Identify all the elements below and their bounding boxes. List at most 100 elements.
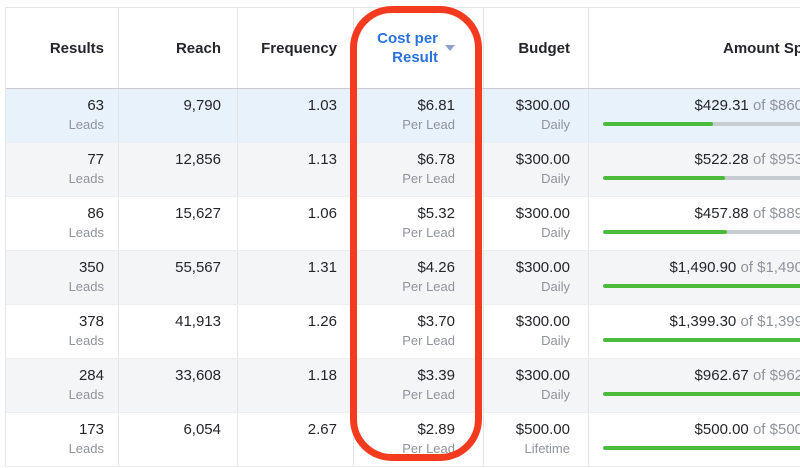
spent-value: $500.00 <box>695 421 749 438</box>
results-value: 86 <box>6 204 104 224</box>
table-row[interactable]: 350 Leads 55,567 1.31 $4.26 Per Lead $30… <box>6 251 800 305</box>
cost-unit-label: Per Lead <box>354 224 455 242</box>
results-value: 173 <box>6 420 104 440</box>
cell-results: 63 Leads <box>6 89 119 142</box>
budget-type-label: Daily <box>484 224 570 242</box>
table-row[interactable]: 77 Leads 12,856 1.13 $6.78 Per Lead $300… <box>6 143 800 197</box>
cell-budget: $500.00 Lifetime <box>484 413 589 466</box>
cell-amount-spent: $522.28 of $953 <box>589 143 800 196</box>
cost-per-result-value: $6.78 <box>354 150 455 170</box>
cell-reach: 9,790 <box>119 89 238 142</box>
cell-cost-per-result: $3.70 Per Lead <box>354 305 484 358</box>
table-row[interactable]: 63 Leads 9,790 1.03 $6.81 Per Lead $300.… <box>6 89 800 143</box>
results-unit-label: Leads <box>6 224 104 242</box>
budget-type-label: Lifetime <box>484 440 570 458</box>
cell-cost-per-result: $3.39 Per Lead <box>354 359 484 412</box>
cell-frequency: 1.06 <box>238 197 354 250</box>
cell-budget: $300.00 Daily <box>484 197 589 250</box>
spent-of-total: of $889 <box>753 205 800 222</box>
table-row[interactable]: 378 Leads 41,913 1.26 $3.70 Per Lead $30… <box>6 305 800 359</box>
amount-spent-text: $457.88 of $889 <box>589 204 800 224</box>
cell-frequency: 1.26 <box>238 305 354 358</box>
ads-manager-report-viewport: Results Reach Frequency Cost per Result … <box>0 0 800 468</box>
cell-frequency: 1.03 <box>238 89 354 142</box>
spent-of-total: of $500 <box>753 421 800 438</box>
reach-value: 6,054 <box>119 420 221 440</box>
sort-descending-icon <box>445 45 455 51</box>
cost-per-result-value: $3.39 <box>354 366 455 386</box>
spent-of-total: of $953 <box>753 151 800 168</box>
table-header-row: Results Reach Frequency Cost per Result … <box>6 8 800 89</box>
frequency-value: 1.18 <box>238 366 337 386</box>
spend-progress-bar <box>603 446 800 450</box>
column-header-results[interactable]: Results <box>6 8 119 88</box>
cell-reach: 15,627 <box>119 197 238 250</box>
budget-type-label: Daily <box>484 278 570 296</box>
spend-progress-fill <box>603 392 800 396</box>
cell-results: 378 Leads <box>6 305 119 358</box>
table-row[interactable]: 284 Leads 33,608 1.18 $3.39 Per Lead $30… <box>6 359 800 413</box>
cell-reach: 55,567 <box>119 251 238 304</box>
table-row[interactable]: 173 Leads 6,054 2.67 $2.89 Per Lead $500… <box>6 413 800 467</box>
results-unit-label: Leads <box>6 116 104 134</box>
cell-amount-spent: $1,490.90 of $1,490 <box>589 251 800 304</box>
table-body: 63 Leads 9,790 1.03 $6.81 Per Lead $300.… <box>6 89 800 467</box>
budget-value: $300.00 <box>484 150 570 170</box>
cell-results: 350 Leads <box>6 251 119 304</box>
amount-spent-text: $500.00 of $500 <box>589 420 800 440</box>
cost-per-result-label: Cost per Result <box>377 29 438 67</box>
cell-amount-spent: $1,399.30 of $1,399 <box>589 305 800 358</box>
column-header-frequency[interactable]: Frequency <box>238 8 354 88</box>
cell-budget: $300.00 Daily <box>484 251 589 304</box>
cell-cost-per-result: $2.89 Per Lead <box>354 413 484 466</box>
column-header-reach[interactable]: Reach <box>119 8 238 88</box>
spend-progress-fill <box>603 122 713 126</box>
spend-progress-fill <box>603 230 727 234</box>
cell-results: 284 Leads <box>6 359 119 412</box>
spend-progress-fill <box>603 176 725 180</box>
frequency-value: 1.06 <box>238 204 337 224</box>
cost-unit-label: Per Lead <box>354 332 455 350</box>
cell-cost-per-result: $5.32 Per Lead <box>354 197 484 250</box>
budget-type-label: Daily <box>484 116 570 134</box>
frequency-value: 1.03 <box>238 96 337 116</box>
spend-progress-bar <box>603 122 800 126</box>
amount-spent-text: $429.31 of $860 <box>589 96 800 116</box>
column-header-budget[interactable]: Budget <box>484 8 589 88</box>
results-unit-label: Leads <box>6 440 104 458</box>
cell-amount-spent: $457.88 of $889 <box>589 197 800 250</box>
frequency-value: 1.31 <box>238 258 337 278</box>
cost-per-result-value: $6.81 <box>354 96 455 116</box>
results-unit-label: Leads <box>6 332 104 350</box>
results-unit-label: Leads <box>6 386 104 404</box>
cell-budget: $300.00 Daily <box>484 143 589 196</box>
reach-value: 33,608 <box>119 366 221 386</box>
reach-value: 55,567 <box>119 258 221 278</box>
cost-per-result-label-line1: Cost per <box>377 29 438 48</box>
reach-value: 41,913 <box>119 312 221 332</box>
spent-value: $522.28 <box>695 151 749 168</box>
results-value: 77 <box>6 150 104 170</box>
cell-reach: 41,913 <box>119 305 238 358</box>
budget-type-label: Daily <box>484 332 570 350</box>
campaign-results-table: Results Reach Frequency Cost per Result … <box>5 7 800 467</box>
spend-progress-bar <box>603 284 800 288</box>
table-row[interactable]: 86 Leads 15,627 1.06 $5.32 Per Lead $300… <box>6 197 800 251</box>
spent-value: $1,399.30 <box>670 313 737 330</box>
budget-value: $300.00 <box>484 366 570 386</box>
column-header-cost-per-result[interactable]: Cost per Result <box>354 8 484 88</box>
results-value: 378 <box>6 312 104 332</box>
cell-results: 86 Leads <box>6 197 119 250</box>
cell-budget: $300.00 Daily <box>484 305 589 358</box>
spend-progress-fill <box>603 284 800 288</box>
cell-frequency: 2.67 <box>238 413 354 466</box>
cost-per-result-value: $3.70 <box>354 312 455 332</box>
cell-amount-spent: $429.31 of $860 <box>589 89 800 142</box>
spend-progress-bar <box>603 392 800 396</box>
budget-type-label: Daily <box>484 386 570 404</box>
cell-reach: 33,608 <box>119 359 238 412</box>
column-header-amount-spent[interactable]: Amount Sp <box>589 8 800 88</box>
cost-per-result-value: $2.89 <box>354 420 455 440</box>
budget-value: $500.00 <box>484 420 570 440</box>
cell-frequency: 1.18 <box>238 359 354 412</box>
